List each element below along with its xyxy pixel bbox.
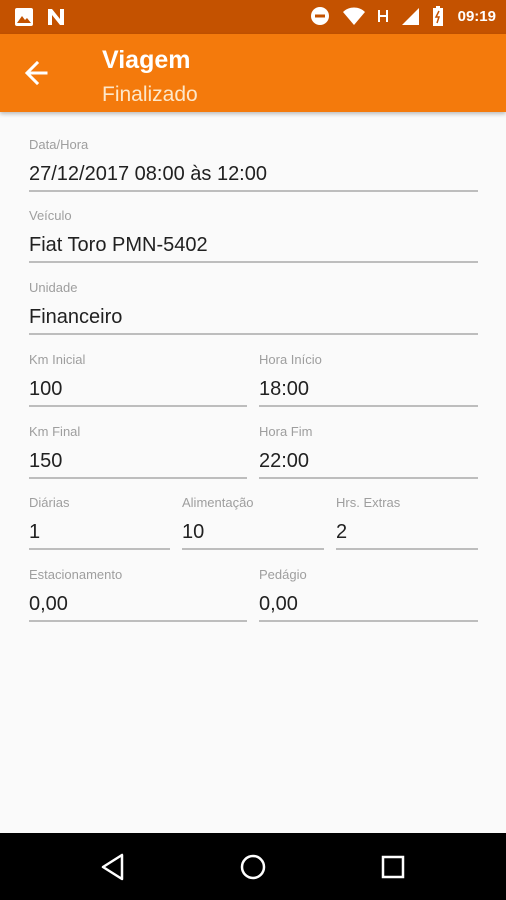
- unidade-input[interactable]: Financeiro: [29, 301, 478, 335]
- data-hora-input[interactable]: 27/12/2017 08:00 às 12:00: [29, 158, 478, 192]
- status-bar: 09:19: [0, 0, 506, 34]
- veiculo-field: Veículo Fiat Toro PMN-5402: [29, 207, 478, 263]
- unidade-label: Unidade: [29, 280, 78, 295]
- data-hora-label: Data/Hora: [29, 137, 89, 152]
- page-subtitle: Finalizado: [102, 83, 198, 106]
- hora-fim-label: Hora Fim: [259, 424, 313, 439]
- signal-icon: [401, 8, 419, 25]
- hora-inicio-field: Hora Início 18:00: [259, 351, 478, 407]
- alimentacao-field: Alimentação 10: [182, 494, 324, 550]
- hora-fim-input[interactable]: 22:00: [259, 445, 478, 479]
- pedagio-label: Pedágio: [259, 567, 307, 582]
- alimentacao-input[interactable]: 10: [182, 516, 324, 550]
- veiculo-input[interactable]: Fiat Toro PMN-5402: [29, 229, 478, 263]
- km-final-input[interactable]: 150: [29, 445, 247, 479]
- home-circle-icon: [240, 854, 266, 880]
- pedagio-input[interactable]: 0,00: [259, 588, 478, 622]
- alimentacao-label: Alimentação: [182, 495, 254, 510]
- km-inicial-label: Km Inicial: [29, 352, 86, 367]
- navigation-bar: [0, 833, 506, 900]
- diarias-input[interactable]: 1: [29, 516, 170, 550]
- app-bar: Viagem Finalizado: [0, 34, 506, 112]
- km-inicial-field: Km Inicial 100: [29, 351, 247, 407]
- image-icon: [15, 8, 33, 26]
- nav-recents-button[interactable]: [375, 849, 411, 885]
- arrow-back-icon: [24, 60, 48, 86]
- unidade-field: Unidade Financeiro: [29, 279, 478, 335]
- km-inicial-input[interactable]: 100: [29, 373, 247, 407]
- n-notification-icon: [48, 9, 64, 25]
- estacionamento-label: Estacionamento: [29, 567, 123, 582]
- diarias-label: Diárias: [29, 495, 70, 510]
- km-final-field: Km Final 150: [29, 423, 247, 479]
- wifi-icon: [342, 7, 365, 25]
- pedagio-field: Pedágio 0,00: [259, 566, 478, 622]
- veiculo-label: Veículo: [29, 208, 72, 223]
- back-button[interactable]: [18, 56, 58, 90]
- hrs-extras-input[interactable]: 2: [336, 516, 478, 550]
- hrs-extras-field: Hrs. Extras 2: [336, 494, 478, 550]
- do-not-disturb-icon: [310, 7, 329, 25]
- h-network-icon: [377, 10, 388, 22]
- hora-inicio-label: Hora Início: [259, 352, 322, 367]
- nav-back-button[interactable]: [96, 849, 132, 885]
- estacionamento-input[interactable]: 0,00: [29, 588, 247, 622]
- diarias-field: Diárias 1: [29, 494, 170, 550]
- data-hora-field: Data/Hora 27/12/2017 08:00 às 12:00: [29, 136, 478, 192]
- estacionamento-field: Estacionamento 0,00: [29, 566, 247, 622]
- page-title: Viagem: [102, 46, 191, 74]
- clock: 09:19: [457, 7, 496, 25]
- hora-inicio-input[interactable]: 18:00: [259, 373, 478, 407]
- nav-home-button[interactable]: [235, 849, 271, 885]
- km-final-label: Km Final: [29, 424, 81, 439]
- recents-square-icon: [381, 855, 405, 879]
- hora-fim-field: Hora Fim 22:00: [259, 423, 478, 479]
- back-triangle-icon: [101, 853, 124, 881]
- battery-icon: [432, 6, 443, 26]
- hrs-extras-label: Hrs. Extras: [336, 495, 401, 510]
